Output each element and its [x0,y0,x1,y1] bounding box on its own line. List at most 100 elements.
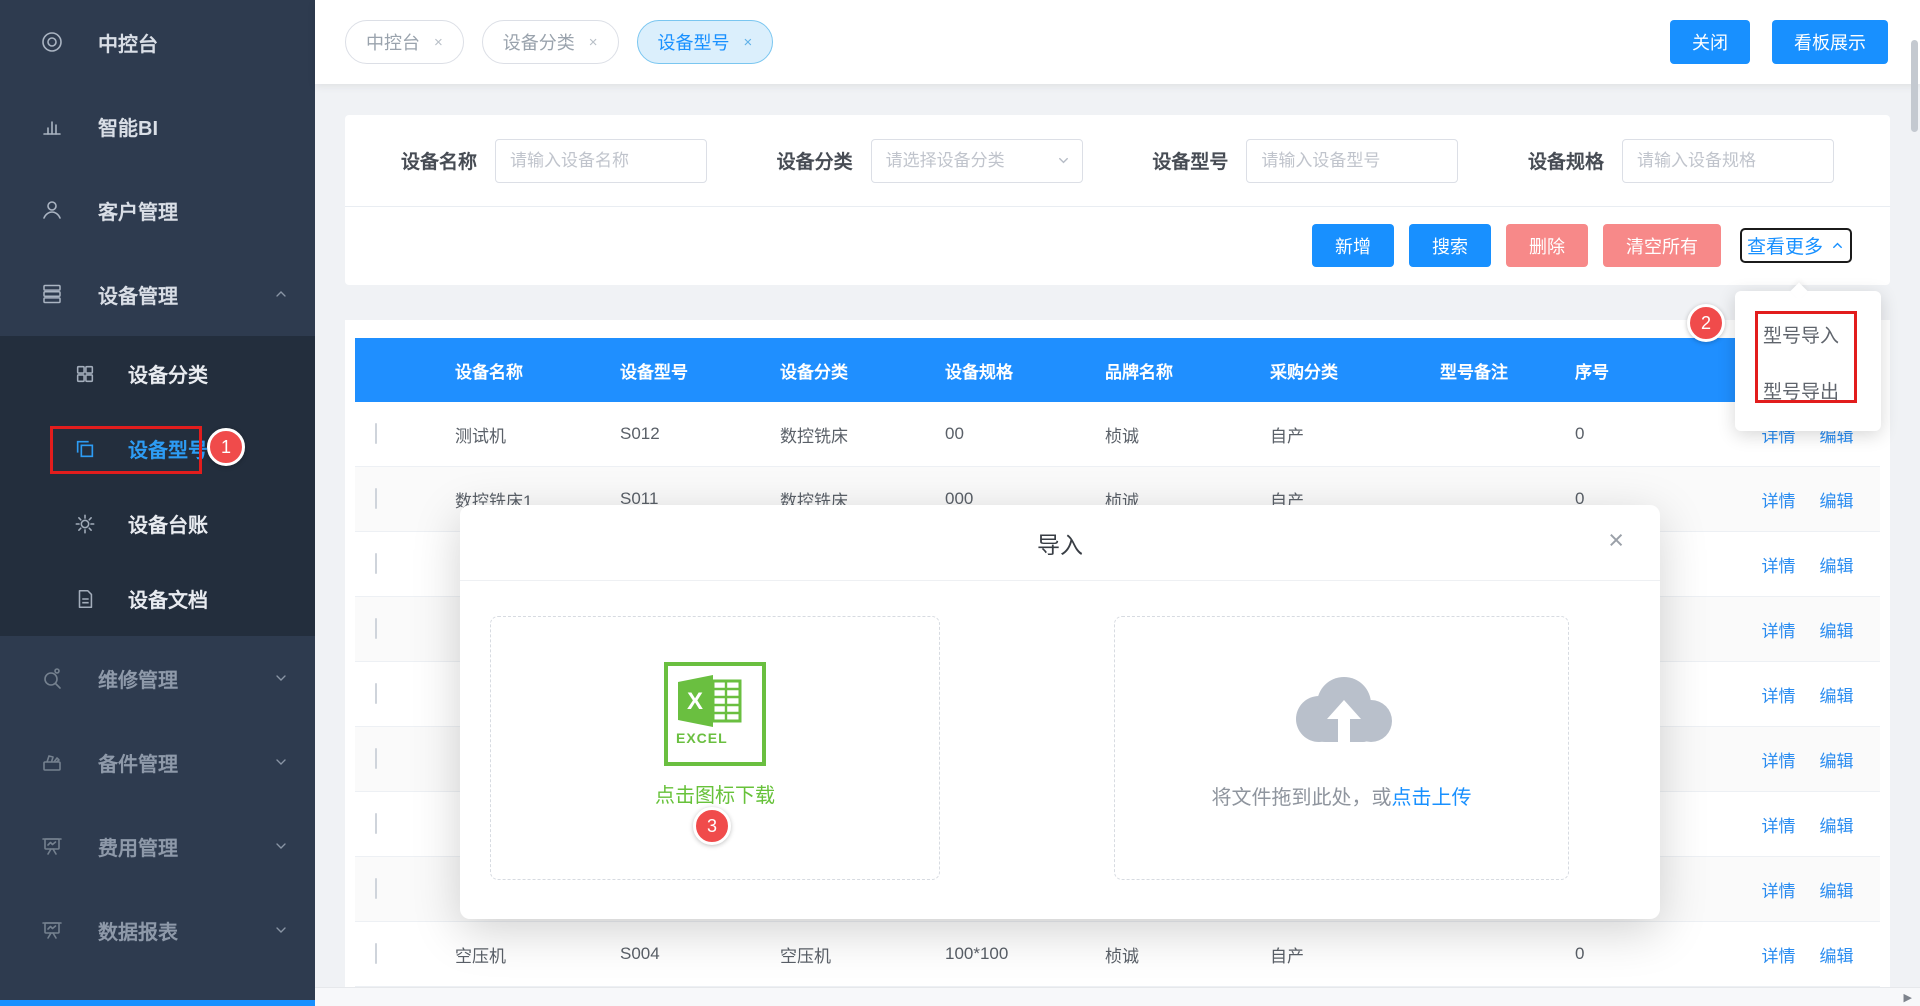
chevron-down-icon [273,754,289,770]
tab-label: 中控台 [366,29,420,55]
detail-link[interactable]: 详情 [1762,747,1796,772]
search-button[interactable]: 搜索 [1409,224,1491,267]
model-export-item[interactable]: 型号导出 [1735,362,1881,418]
sidebar-item-device-docs[interactable]: 设备文档 [0,561,315,636]
filter-device-spec: 设备规格 [1528,139,1834,183]
upload-dropzone[interactable]: 将文件拖到此处，或点击上传 [1114,616,1569,880]
detail-link[interactable]: 详情 [1762,617,1796,642]
detail-link[interactable]: 详情 [1762,877,1796,902]
sidebar-item-label: 客户管理 [98,196,178,225]
sidebar-item-label: 设备文档 [128,584,208,613]
cell-device-model: S012 [600,424,760,444]
detail-link[interactable]: 详情 [1762,552,1796,577]
sidebar-item-spare-parts[interactable]: 备件管理 [0,720,315,804]
row-checkbox[interactable] [375,423,377,444]
sidebar-item-label: 中控台 [98,28,158,57]
edit-link[interactable]: 编辑 [1820,617,1854,642]
sidebar-item-label: 智能BI [98,112,158,141]
sidebar-item-expenses[interactable]: 费用管理 [0,804,315,888]
scroll-right-arrow-icon[interactable]: ▶ [1904,991,1912,1004]
detail-link[interactable]: 详情 [1762,682,1796,707]
svg-text:X: X [687,688,703,715]
sidebar-item-repair[interactable]: 维修管理 [0,636,315,720]
edit-link[interactable]: 编辑 [1820,552,1854,577]
device-server-icon [40,282,64,306]
close-icon[interactable]: × [744,34,753,51]
clear-all-button[interactable]: 清空所有 [1603,224,1721,267]
sidebar-item-device-ledger[interactable]: 设备台账 [0,486,315,561]
cell-seq: 0 [1555,424,1735,444]
detail-link[interactable]: 详情 [1762,942,1796,967]
modal-title: 导入 [1037,526,1083,560]
excel-label: EXCEL [676,730,728,746]
detail-link[interactable]: 详情 [1762,812,1796,837]
excel-template-icon[interactable]: X EXCEL [664,662,766,766]
cell-brand-name: 桢诚 [1085,942,1250,967]
detail-link[interactable]: 详情 [1762,487,1796,512]
click-upload-link[interactable]: 点击上传 [1392,787,1472,809]
sidebar-item-customers[interactable]: 客户管理 [0,168,315,252]
sidebar-item-reports[interactable]: 数据报表 [0,888,315,972]
column-header: 采购分类 [1250,358,1420,383]
device-model-input[interactable] [1246,139,1458,183]
import-modal: 导入 × X EXCEL 点击图标下载 [460,505,1660,919]
sidebar-item-label: 费用管理 [98,832,178,861]
sidebar-menu-bottom: 维修管理 备件管理 费用管理 [0,636,315,972]
chevron-down-icon [273,670,289,686]
model-import-item[interactable]: 型号导入 [1735,306,1881,362]
sidebar-item-label: 设备型号 [128,434,208,463]
row-checkbox[interactable] [375,813,377,834]
chevron-up-icon [1830,238,1845,253]
device-name-input[interactable] [495,139,707,183]
row-checkbox[interactable] [375,943,377,964]
sidebar-item-devices[interactable]: 设备管理 [0,252,315,336]
row-checkbox[interactable] [375,748,377,769]
sidebar-item-bi[interactable]: 智能BI [0,84,315,168]
delete-button[interactable]: 删除 [1506,224,1588,267]
table-row: 测试机 S012 数控铣床 00 桢诚 自产 0 详情 编辑 [355,402,1880,467]
annotation-step-2: 2 [1687,304,1725,342]
device-category-select[interactable] [871,139,1083,183]
device-spec-input[interactable] [1622,139,1834,183]
edit-link[interactable]: 编辑 [1820,747,1854,772]
board-display-button[interactable]: 看板展示 [1772,20,1888,64]
row-checkbox[interactable] [375,878,377,899]
close-icon[interactable]: × [434,34,443,51]
vertical-scrollbar-thumb[interactable] [1911,40,1918,132]
document-icon [74,588,96,610]
sidebar-item-device-category[interactable]: 设备分类 [0,336,315,411]
sidebar-item-label: 设备分类 [128,359,208,388]
sidebar-item-console[interactable]: 中控台 [0,0,315,84]
tab-device-category[interactable]: 设备分类 × [482,20,619,64]
more-dropdown: 型号导入 型号导出 [1735,291,1881,431]
sidebar-item-label: 设备台账 [128,509,208,538]
close-page-button[interactable]: 关闭 [1670,20,1750,64]
row-checkbox[interactable] [375,683,377,704]
view-more-link[interactable]: 查看更多 [1742,230,1850,261]
edit-link[interactable]: 编辑 [1820,487,1854,512]
edit-link[interactable]: 编辑 [1820,877,1854,902]
row-checkbox[interactable] [375,553,377,574]
model-copy-icon [74,438,96,460]
tab-device-model[interactable]: 设备型号 × [637,20,774,64]
column-header: 设备规格 [925,358,1085,383]
edit-link[interactable]: 编辑 [1820,812,1854,837]
cell-purchase-category: 自产 [1250,942,1420,967]
topbar-actions: 关闭 看板展示 [1670,20,1888,64]
horizontal-scrollbar[interactable]: ▶ [315,987,1920,1006]
sidebar-item-device-model[interactable]: 设备型号 [0,411,315,486]
close-icon[interactable]: × [589,34,598,51]
download-template-text[interactable]: 点击图标下载 [655,779,775,808]
cell-device-model: S004 [600,944,760,964]
edit-link[interactable]: 编辑 [1820,942,1854,967]
tab-console[interactable]: 中控台 × [345,20,464,64]
cell-device-category: 空压机 [760,942,925,967]
row-checkbox[interactable] [375,618,377,639]
filter-row: 设备名称 设备分类 设备型号 设备规格 [345,115,1890,207]
add-button[interactable]: 新增 [1312,224,1394,267]
modal-header: 导入 × [460,505,1660,581]
sidebar-scrollbar[interactable] [0,1000,315,1006]
row-checkbox[interactable] [375,488,377,509]
modal-close-icon[interactable]: × [1608,527,1624,554]
edit-link[interactable]: 编辑 [1820,682,1854,707]
